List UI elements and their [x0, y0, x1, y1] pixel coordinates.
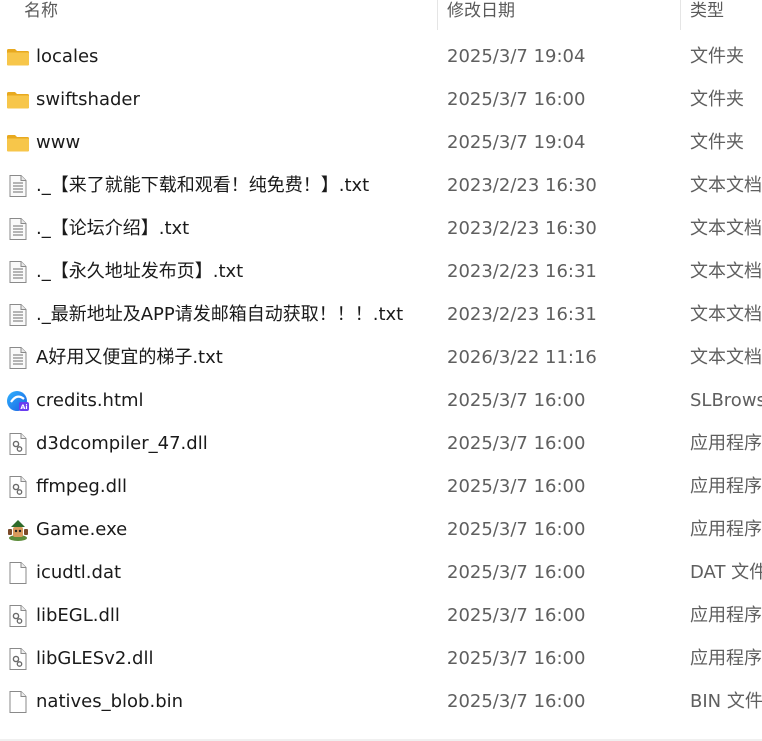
- dll-file-icon: [6, 604, 30, 628]
- column-divider[interactable]: [680, 0, 681, 30]
- file-row[interactable]: www 2025/3/7 19:04 文件夹: [0, 121, 762, 164]
- text-file-icon: [6, 174, 30, 198]
- file-name: A好用又便宜的梯子.txt: [36, 347, 223, 368]
- file-row[interactable]: ._【论坛介绍】.txt 2023/2/23 16:30 文本文档: [0, 207, 762, 250]
- file-modified-date: 2025/3/7 16:00: [447, 519, 586, 540]
- file-name: swiftshader: [36, 89, 140, 110]
- file-row[interactable]: ffmpeg.dll 2025/3/7 16:00 应用程序扩展: [0, 465, 762, 508]
- file-name: credits.html: [36, 390, 144, 411]
- column-header-date[interactable]: 修改日期: [447, 0, 515, 26]
- file-modified-date: 2025/3/7 16:00: [447, 390, 586, 411]
- file-type: 文本文档: [690, 304, 762, 325]
- blank-file-icon: [6, 561, 30, 585]
- file-type: 文件夹: [690, 89, 744, 110]
- file-modified-date: 2025/3/7 16:00: [447, 605, 586, 626]
- file-type: 应用程序扩展: [690, 433, 762, 454]
- browser-ai-icon: Ai: [6, 389, 30, 413]
- file-name: ffmpeg.dll: [36, 476, 128, 497]
- file-name: libEGL.dll: [36, 605, 120, 626]
- file-modified-date: 2023/2/23 16:30: [447, 175, 597, 196]
- svg-text:Ai: Ai: [20, 403, 27, 411]
- file-type: BIN 文件: [690, 691, 762, 712]
- file-modified-date: 2025/3/7 19:04: [447, 46, 586, 67]
- file-modified-date: 2025/3/7 16:00: [447, 648, 586, 669]
- file-type: 文件夹: [690, 46, 744, 67]
- file-name: locales: [36, 46, 99, 67]
- text-file-icon: [6, 217, 30, 241]
- text-file-icon: [6, 303, 30, 327]
- file-modified-date: 2023/2/23 16:31: [447, 261, 597, 282]
- game-exe-icon: [6, 518, 30, 542]
- file-modified-date: 2025/3/7 19:04: [447, 132, 586, 153]
- file-row[interactable]: A好用又便宜的梯子.txt 2026/3/22 11:16 文本文档: [0, 336, 762, 379]
- folder-icon: [6, 45, 30, 69]
- file-rows: locales 2025/3/7 19:04 文件夹 swiftshader 2…: [0, 35, 762, 723]
- file-modified-date: 2026/3/22 11:16: [447, 347, 597, 368]
- file-modified-date: 2023/2/23 16:30: [447, 218, 597, 239]
- file-modified-date: 2025/3/7 16:00: [447, 89, 586, 110]
- file-explorer-list: 名称 修改日期 类型 locales 2025/3/7 19:04 文件夹 sw…: [0, 0, 762, 741]
- file-name: libGLESv2.dll: [36, 648, 154, 669]
- file-name: d3dcompiler_47.dll: [36, 433, 208, 454]
- file-type: DAT 文件: [690, 562, 762, 583]
- folder-icon: [6, 88, 30, 112]
- file-name: ._最新地址及APP请发邮箱自动获取！！！.txt: [36, 304, 404, 325]
- file-row[interactable]: ._【来了就能下载和观看！纯免费！】.txt 2023/2/23 16:30 文…: [0, 164, 762, 207]
- file-type: 应用程序扩展: [690, 476, 762, 497]
- text-file-icon: [6, 260, 30, 284]
- file-type: 应用程序: [690, 519, 762, 540]
- file-type: 文本文档: [690, 347, 762, 368]
- file-row[interactable]: Ai credits.html 2025/3/7 16:00 SLBrowser: [0, 379, 762, 422]
- file-row[interactable]: ._最新地址及APP请发邮箱自动获取！！！.txt 2023/2/23 16:3…: [0, 293, 762, 336]
- file-name: ._【永久地址发布页】.txt: [36, 261, 244, 282]
- file-type: SLBrowser: [690, 390, 762, 411]
- dll-file-icon: [6, 432, 30, 456]
- text-file-icon: [6, 346, 30, 370]
- file-name: Game.exe: [36, 519, 128, 540]
- file-row[interactable]: libGLESv2.dll 2025/3/7 16:00 应用程序扩展: [0, 637, 762, 680]
- file-row[interactable]: icudtl.dat 2025/3/7 16:00 DAT 文件: [0, 551, 762, 594]
- file-type: 文本文档: [690, 261, 762, 282]
- column-divider[interactable]: [437, 0, 438, 30]
- file-name: www: [36, 132, 81, 153]
- column-header-type[interactable]: 类型: [690, 0, 724, 26]
- file-row[interactable]: Game.exe 2025/3/7 16:00 应用程序: [0, 508, 762, 551]
- file-row[interactable]: libEGL.dll 2025/3/7 16:00 应用程序扩展: [0, 594, 762, 637]
- file-modified-date: 2025/3/7 16:00: [447, 433, 586, 454]
- folder-icon: [6, 131, 30, 155]
- column-header-bar: 名称 修改日期 类型: [0, 0, 762, 30]
- file-type: 应用程序扩展: [690, 605, 762, 626]
- file-type: 文本文档: [690, 175, 762, 196]
- file-type: 文件夹: [690, 132, 744, 153]
- dll-file-icon: [6, 475, 30, 499]
- file-modified-date: 2025/3/7 16:00: [447, 562, 586, 583]
- column-header-name[interactable]: 名称: [24, 0, 58, 26]
- file-modified-date: 2023/2/23 16:31: [447, 304, 597, 325]
- file-type: 文本文档: [690, 218, 762, 239]
- file-modified-date: 2025/3/7 16:00: [447, 691, 586, 712]
- file-name: natives_blob.bin: [36, 691, 184, 712]
- file-row[interactable]: d3dcompiler_47.dll 2025/3/7 16:00 应用程序扩展: [0, 422, 762, 465]
- file-modified-date: 2025/3/7 16:00: [447, 476, 586, 497]
- file-row[interactable]: ._【永久地址发布页】.txt 2023/2/23 16:31 文本文档: [0, 250, 762, 293]
- file-type: 应用程序扩展: [690, 648, 762, 669]
- file-row[interactable]: swiftshader 2025/3/7 16:00 文件夹: [0, 78, 762, 121]
- file-row[interactable]: locales 2025/3/7 19:04 文件夹: [0, 35, 762, 78]
- dll-file-icon: [6, 647, 30, 671]
- file-name: ._【来了就能下载和观看！纯免费！】.txt: [36, 175, 370, 196]
- file-row[interactable]: natives_blob.bin 2025/3/7 16:00 BIN 文件: [0, 680, 762, 723]
- file-name: icudtl.dat: [36, 562, 122, 583]
- file-name: ._【论坛介绍】.txt: [36, 218, 190, 239]
- blank-file-icon: [6, 690, 30, 714]
